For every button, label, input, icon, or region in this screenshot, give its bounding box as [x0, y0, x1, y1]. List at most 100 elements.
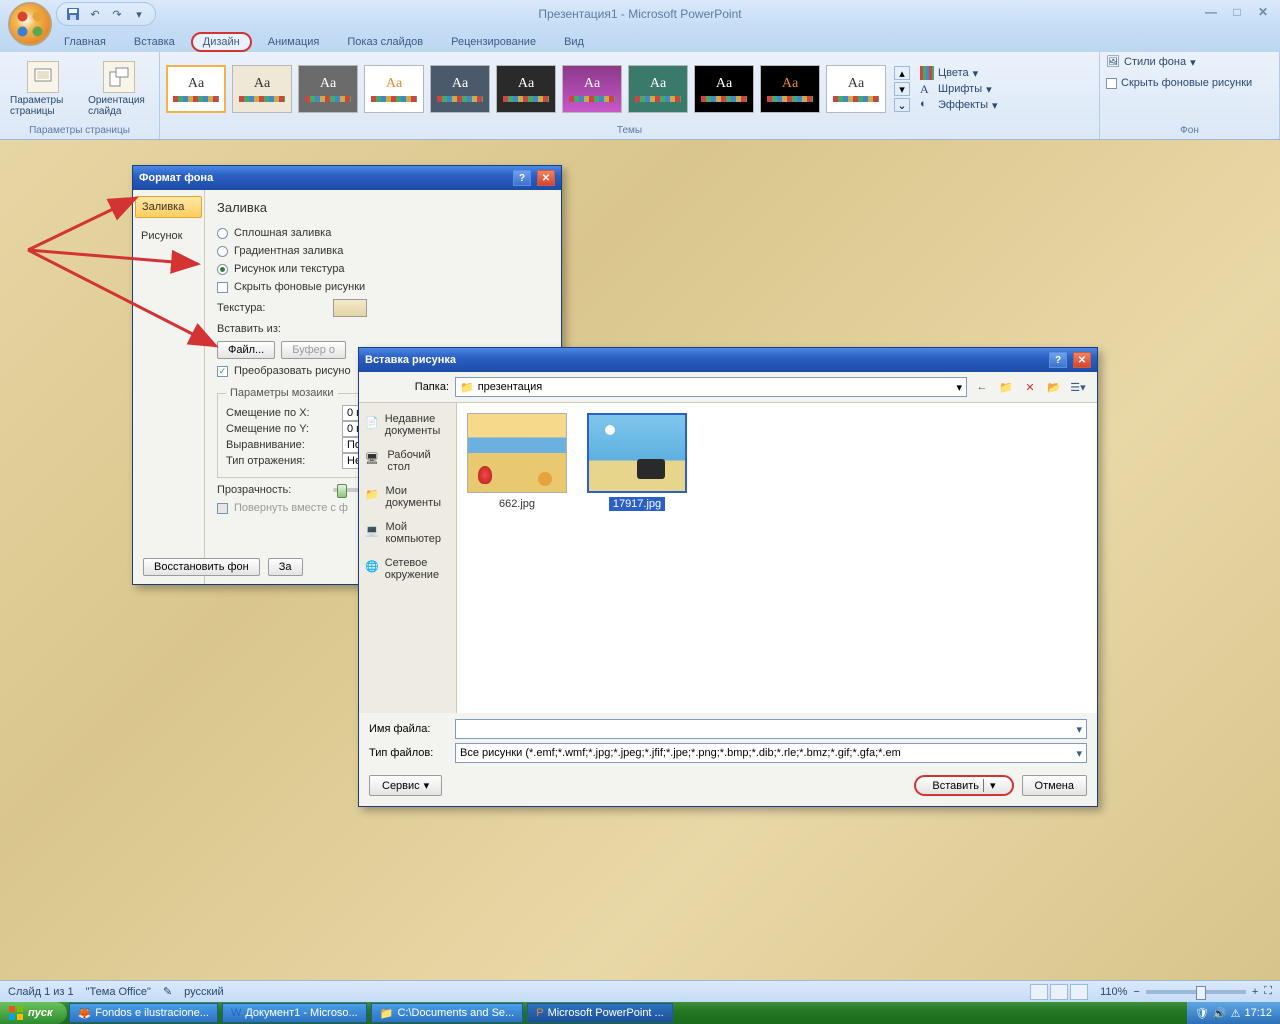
- tab-slideshow[interactable]: Показ слайдов: [335, 32, 435, 52]
- close-button[interactable]: За: [268, 558, 303, 576]
- undo-icon[interactable]: ↶: [87, 6, 103, 22]
- theme-effects-button[interactable]: ◐Эффекты ▾: [920, 98, 998, 112]
- theme-thumb[interactable]: Aa: [826, 65, 886, 113]
- tab-review[interactable]: Рецензирование: [439, 32, 548, 52]
- taskbar-item[interactable]: WДокумент1 - Microso...: [222, 1003, 367, 1023]
- close-icon[interactable]: ✕: [1252, 4, 1274, 20]
- file-thumb[interactable]: 662.jpg: [467, 413, 567, 511]
- hide-bg-checkbox[interactable]: Скрыть фоновые рисунки: [1106, 77, 1252, 89]
- filename-combo[interactable]: ▾: [455, 719, 1087, 739]
- theme-thumb[interactable]: Aa: [430, 65, 490, 113]
- themes-gallery[interactable]: Aa Aa Aa Aa Aa Aa Aa Aa Aa Aa Aa: [166, 65, 886, 113]
- system-tray[interactable]: 🛡 🔊 ⚠ 17:12: [1187, 1002, 1280, 1024]
- tab-insert[interactable]: Вставка: [122, 32, 187, 52]
- start-button[interactable]: пуск: [0, 1002, 67, 1024]
- theme-thumb[interactable]: Aa: [562, 65, 622, 113]
- folder-label: Папка:: [369, 381, 449, 393]
- taskbar-item[interactable]: PMicrosoft PowerPoint ...: [527, 1003, 673, 1023]
- filetype-label: Тип файлов:: [369, 747, 449, 759]
- orientation-button[interactable]: Ориентация слайда: [84, 59, 153, 119]
- help-icon[interactable]: ?: [513, 170, 531, 186]
- place-desktop[interactable]: 🖥Рабочий стол: [361, 443, 454, 479]
- status-bar: Слайд 1 из 1 "Тема Office" ✎ русский 110…: [0, 980, 1280, 1002]
- place-mydocs[interactable]: 📁Мои документы: [361, 479, 454, 515]
- qat-dropdown-icon[interactable]: ▾: [131, 6, 147, 22]
- close-icon[interactable]: ✕: [1073, 352, 1091, 368]
- view-normal-icon[interactable]: [1030, 984, 1048, 1000]
- zoom-in-icon[interactable]: +: [1252, 986, 1258, 998]
- tab-view[interactable]: Вид: [552, 32, 596, 52]
- tray-icon[interactable]: 🛡: [1195, 1007, 1209, 1020]
- file-list[interactable]: 662.jpg 17917.jpg: [457, 403, 1097, 713]
- zoom-slider[interactable]: [1146, 990, 1246, 994]
- places-bar: 📄Недавние документы 🖥Рабочий стол 📁Мои д…: [359, 403, 457, 713]
- zoom-level[interactable]: 110%: [1100, 986, 1127, 998]
- taskbar-item[interactable]: 🦊Fondos e ilustracione...: [69, 1003, 218, 1023]
- themes-scroll-down-icon[interactable]: ▾: [894, 82, 910, 96]
- service-button[interactable]: Сервис ▾: [369, 775, 442, 796]
- theme-thumb[interactable]: Aa: [298, 65, 358, 113]
- checkbox-tile[interactable]: ✓: [217, 366, 228, 377]
- place-network[interactable]: 🌐Сетевое окружение: [361, 551, 454, 587]
- file-thumb[interactable]: 17917.jpg: [587, 413, 687, 511]
- place-mycomputer[interactable]: 💻Мой компьютер: [361, 515, 454, 551]
- slide-counter: Слайд 1 из 1: [8, 986, 74, 998]
- fit-to-window-icon[interactable]: ⛶: [1264, 985, 1272, 998]
- spellcheck-icon[interactable]: ✎: [163, 985, 172, 998]
- folder-combo[interactable]: 📁 презентация ▾: [455, 377, 967, 397]
- office-button[interactable]: [8, 2, 52, 46]
- restore-icon[interactable]: □: [1226, 4, 1248, 20]
- save-icon[interactable]: [65, 6, 81, 22]
- bg-styles-button[interactable]: 🖼Стили фона ▾: [1106, 55, 1196, 69]
- tab-design[interactable]: Дизайн: [191, 32, 252, 52]
- tray-icon[interactable]: 🔊: [1213, 1007, 1227, 1020]
- theme-thumb[interactable]: Aa: [364, 65, 424, 113]
- filetype-combo[interactable]: Все рисунки (*.emf;*.wmf;*.jpg;*.jpeg;*.…: [455, 743, 1087, 763]
- taskbar-item[interactable]: 📁C:\Documents and Se...: [371, 1003, 523, 1023]
- checkbox-hide-bg[interactable]: [217, 282, 228, 293]
- side-tab-fill[interactable]: Заливка: [135, 196, 202, 218]
- theme-thumb[interactable]: Aa: [496, 65, 556, 113]
- side-tab-picture[interactable]: Рисунок: [135, 226, 202, 246]
- new-folder-icon[interactable]: 📂: [1045, 378, 1063, 396]
- theme-colors-button[interactable]: Цвета ▾: [920, 66, 998, 80]
- tab-animation[interactable]: Анимация: [256, 32, 332, 52]
- close-icon[interactable]: ✕: [537, 170, 555, 186]
- view-slideshow-icon[interactable]: [1070, 984, 1088, 1000]
- file-button[interactable]: Файл...: [217, 341, 275, 359]
- clock[interactable]: 17:12: [1244, 1007, 1272, 1019]
- insert-from-label: Вставить из:: [217, 323, 549, 335]
- cancel-button[interactable]: Отмена: [1022, 775, 1087, 796]
- insert-button[interactable]: Вставить ▾: [914, 775, 1013, 796]
- minimize-icon[interactable]: —: [1200, 4, 1222, 20]
- theme-thumb[interactable]: Aa: [232, 65, 292, 113]
- page-setup-button[interactable]: Параметры страницы: [6, 59, 80, 119]
- radio-picture-texture[interactable]: [217, 264, 228, 275]
- theme-thumb[interactable]: Aa: [628, 65, 688, 113]
- texture-dropdown[interactable]: [333, 299, 367, 317]
- tab-home[interactable]: Главная: [52, 32, 118, 52]
- views-icon[interactable]: ☰▾: [1069, 378, 1087, 396]
- place-recent[interactable]: 📄Недавние документы: [361, 407, 454, 443]
- dialog-title: Вставка рисунка: [365, 354, 456, 366]
- redo-icon[interactable]: ↷: [109, 6, 125, 22]
- zoom-out-icon[interactable]: −: [1133, 986, 1139, 998]
- page-setup-label: Параметры страницы: [10, 95, 76, 117]
- reset-bg-button[interactable]: Восстановить фон: [143, 558, 260, 576]
- themes-more-icon[interactable]: ⌄: [894, 98, 910, 112]
- tray-icon[interactable]: ⚠: [1231, 1007, 1241, 1020]
- up-icon[interactable]: 📁: [997, 378, 1015, 396]
- theme-thumb[interactable]: Aa: [166, 65, 226, 113]
- theme-thumb[interactable]: Aa: [694, 65, 754, 113]
- radio-gradient[interactable]: [217, 246, 228, 257]
- radio-solid[interactable]: [217, 228, 228, 239]
- file-name: 662.jpg: [495, 497, 539, 511]
- delete-icon[interactable]: ✕: [1021, 378, 1039, 396]
- help-icon[interactable]: ?: [1049, 352, 1067, 368]
- back-icon[interactable]: ←: [973, 378, 991, 396]
- language[interactable]: русский: [184, 986, 223, 998]
- theme-thumb[interactable]: Aa: [760, 65, 820, 113]
- theme-fonts-button[interactable]: AШрифты ▾: [920, 82, 998, 96]
- themes-scroll-up-icon[interactable]: ▴: [894, 66, 910, 80]
- view-sorter-icon[interactable]: [1050, 984, 1068, 1000]
